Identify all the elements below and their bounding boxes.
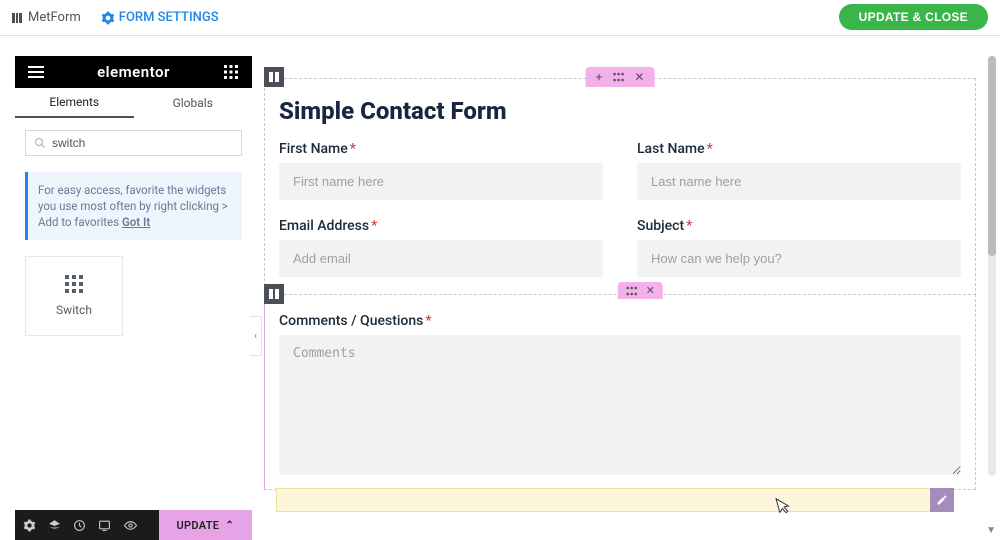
sidebar-footer: UPDATE ⌃: [15, 510, 252, 540]
column-handle-icon[interactable]: [264, 67, 284, 87]
required-mark: *: [425, 313, 431, 329]
app-header: MetForm FORM SETTINGS UPDATE & CLOSE: [0, 0, 1000, 36]
navigator-icon[interactable]: [48, 519, 61, 532]
subject-label: Subject*: [637, 218, 961, 234]
main-area: elementor Elements Globals For easy acce…: [0, 36, 1000, 540]
form-title: Simple Contact Form: [265, 97, 975, 141]
drag-section-icon[interactable]: [612, 72, 624, 82]
search-input[interactable]: [52, 136, 233, 150]
search-icon: [34, 137, 46, 149]
form-section[interactable]: Simple Contact Form First Name* Last Nam…: [264, 78, 976, 306]
email-input[interactable]: [279, 240, 603, 277]
selected-widget-bar[interactable]: [276, 488, 954, 512]
widgets-grid-icon[interactable]: [220, 61, 242, 83]
footer-icons: [15, 519, 138, 532]
widget-search[interactable]: [25, 130, 242, 156]
column-handle-icon[interactable]: [264, 284, 284, 304]
subject-input[interactable]: [637, 240, 961, 277]
last-name-label: Last Name*: [637, 141, 961, 157]
hamburger-icon[interactable]: [25, 61, 47, 83]
label-text: Subject: [637, 218, 684, 234]
tab-elements[interactable]: Elements: [15, 88, 134, 118]
subject-field: Subject*: [637, 218, 961, 277]
comments-textarea[interactable]: [279, 335, 961, 475]
scroll-down-icon[interactable]: ▼: [986, 525, 996, 536]
required-mark: *: [371, 218, 377, 234]
label-text: First Name: [279, 141, 348, 157]
first-name-input[interactable]: [279, 163, 603, 200]
panel-tabs: Elements Globals: [15, 88, 252, 118]
tab-globals[interactable]: Globals: [134, 88, 253, 118]
drag-column-icon[interactable]: [626, 286, 638, 296]
widget-label: Switch: [56, 303, 92, 317]
label-text: Email Address: [279, 218, 369, 234]
widget-switch[interactable]: Switch: [25, 256, 123, 336]
history-icon[interactable]: [73, 519, 86, 532]
section-toolbar: + ✕: [586, 67, 655, 87]
chevron-up-icon: ⌃: [225, 520, 234, 531]
required-mark: *: [686, 218, 692, 234]
metform-brand: MetForm: [10, 10, 81, 25]
hint-gotit[interactable]: Got It: [122, 215, 150, 229]
comments-section[interactable]: Comments / Questions*: [264, 294, 976, 490]
responsive-icon[interactable]: [98, 519, 111, 532]
elementor-header: elementor: [15, 56, 252, 88]
scrollbar-thumb[interactable]: [988, 56, 996, 256]
editor-canvas: + ✕ Simple Contact Form First Name*: [252, 36, 1000, 540]
comments-label: Comments / Questions*: [279, 313, 961, 329]
gear-icon: [101, 11, 115, 25]
form-settings-link[interactable]: FORM SETTINGS: [101, 10, 219, 25]
sidebar-update-button[interactable]: UPDATE ⌃: [159, 510, 252, 540]
widget-icon: [65, 275, 83, 293]
delete-section-icon[interactable]: ✕: [634, 70, 644, 84]
settings-icon[interactable]: [23, 519, 36, 532]
column-toolbar: ✕: [618, 282, 663, 299]
email-field: Email Address*: [279, 218, 603, 277]
form-row: First Name* Last Name*: [265, 141, 975, 218]
widgets-grid: Switch: [15, 246, 252, 346]
update-label: UPDATE: [177, 519, 220, 532]
edit-widget-button[interactable]: [930, 488, 954, 512]
update-close-button[interactable]: UPDATE & CLOSE: [839, 4, 988, 30]
sidebar-collapse-handle[interactable]: ‹: [250, 316, 262, 356]
elementor-sidebar: elementor Elements Globals For easy acce…: [0, 36, 252, 540]
form-settings-label: FORM SETTINGS: [119, 10, 219, 25]
email-label: Email Address*: [279, 218, 603, 234]
label-text: Last Name: [637, 141, 705, 157]
delete-column-icon[interactable]: ✕: [646, 284, 655, 297]
elementor-logo: elementor: [47, 63, 220, 81]
preview-icon[interactable]: [123, 519, 138, 532]
first-name-label: First Name*: [279, 141, 603, 157]
last-name-input[interactable]: [637, 163, 961, 200]
label-text: Comments / Questions: [279, 313, 423, 329]
required-mark: *: [350, 141, 356, 157]
first-name-field: First Name*: [279, 141, 603, 200]
required-mark: *: [707, 141, 713, 157]
vertical-scrollbar[interactable]: [988, 56, 996, 476]
brand-label: MetForm: [28, 10, 81, 25]
last-name-field: Last Name*: [637, 141, 961, 200]
favorite-hint: For easy access, favorite the widgets yo…: [25, 172, 242, 240]
metform-icon: [10, 11, 24, 25]
add-section-icon[interactable]: +: [596, 70, 603, 84]
